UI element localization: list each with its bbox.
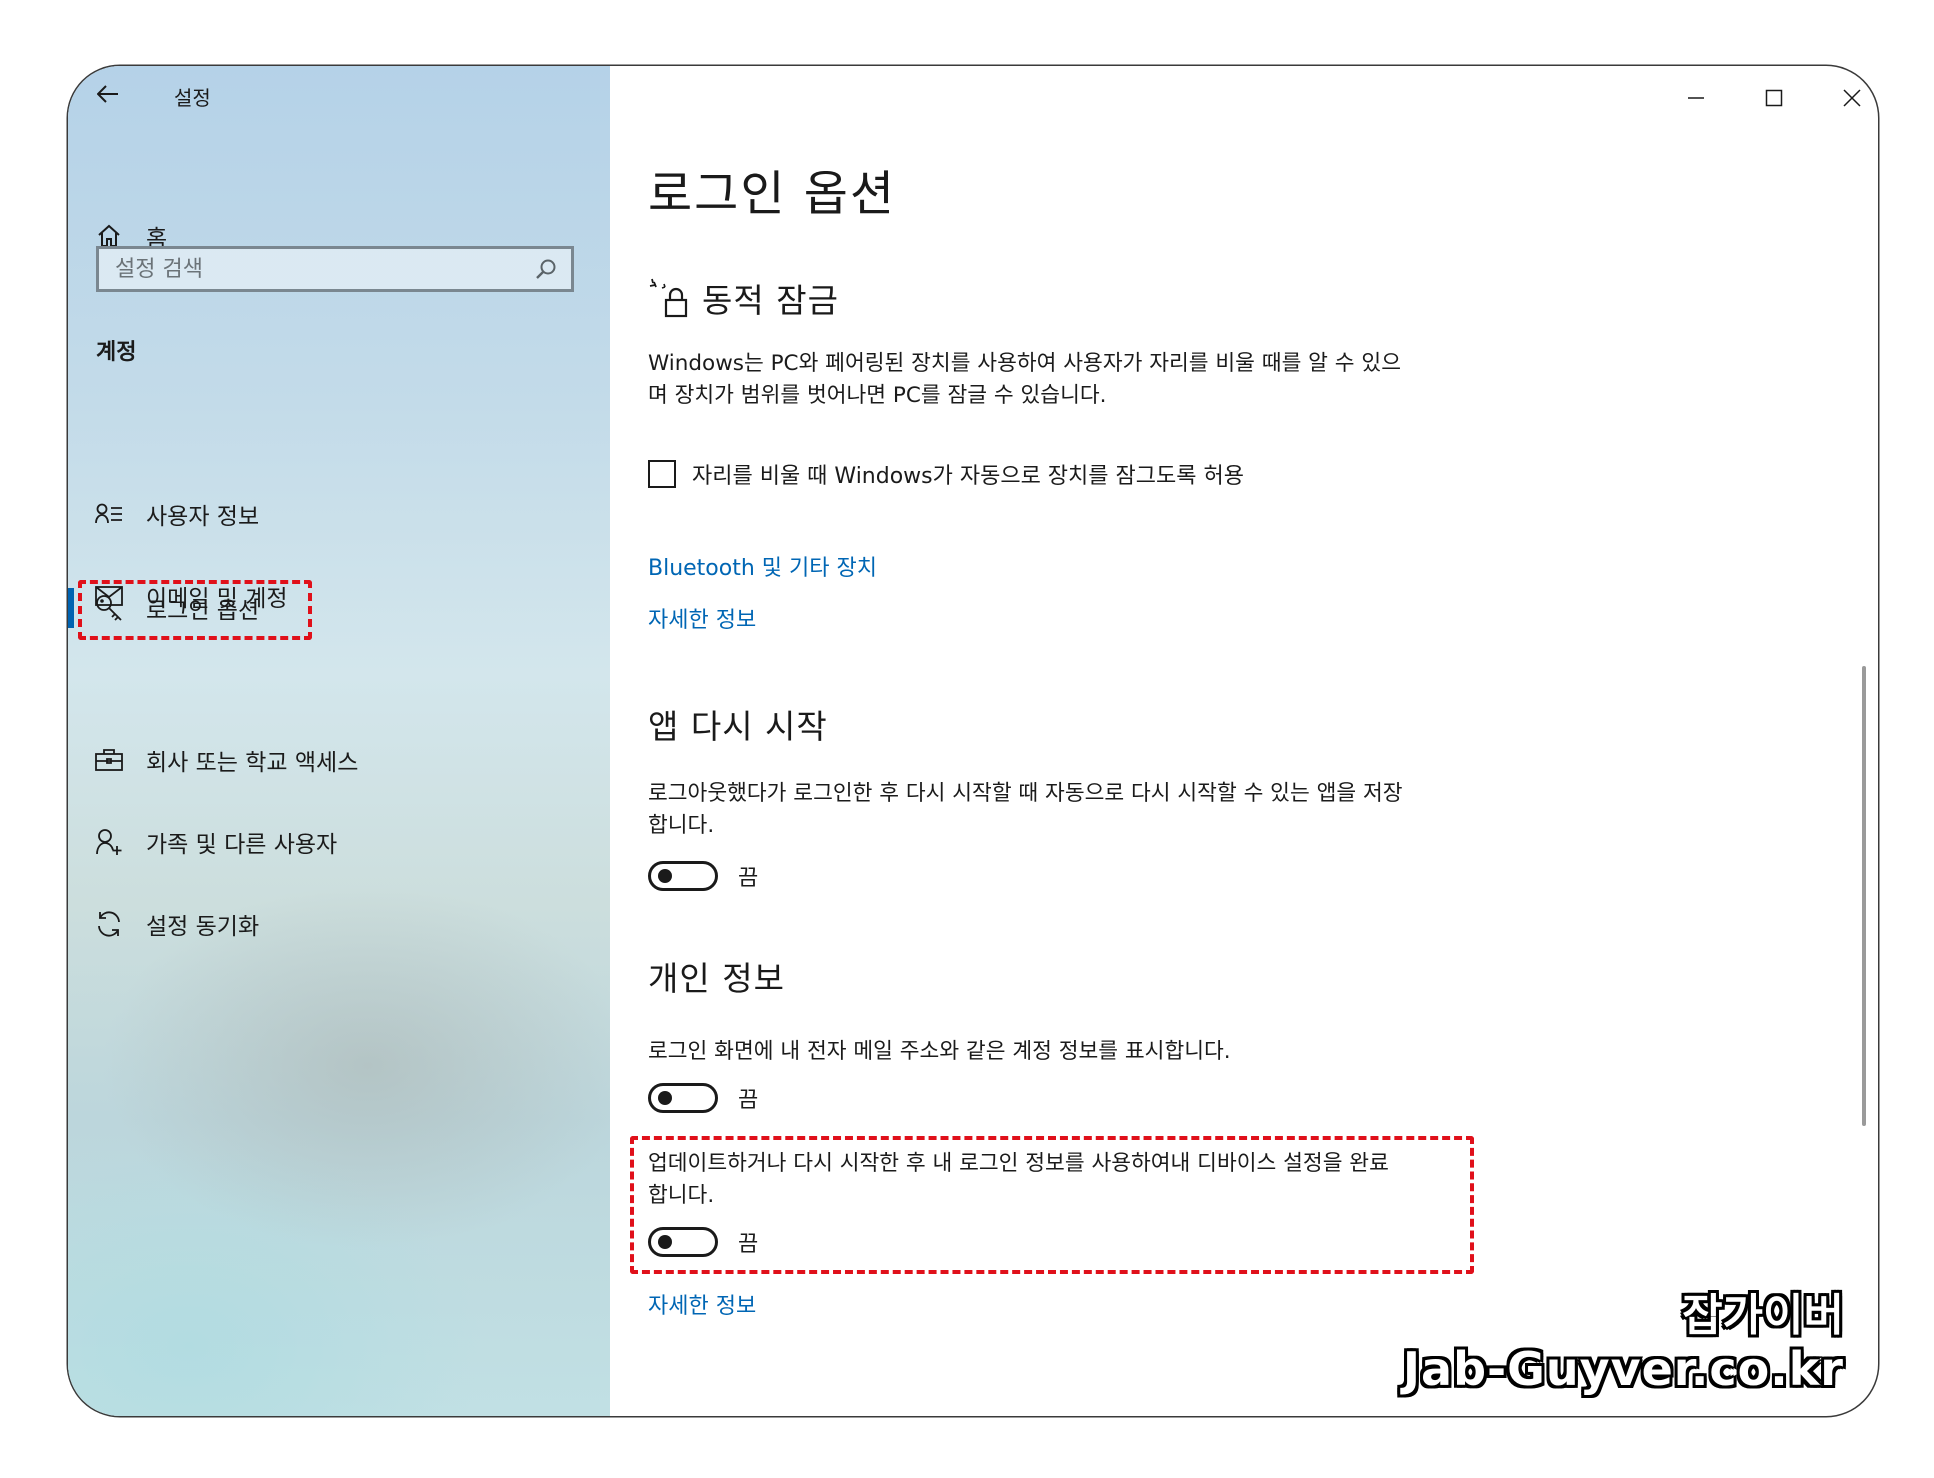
restart-apps-toggle[interactable] [648, 861, 718, 891]
search-icon [536, 259, 556, 279]
sidebar-item-label: 가족 및 다른 사용자 [146, 832, 338, 858]
show-account-toggle-row[interactable]: 끔 [648, 1082, 758, 1114]
active-indicator [68, 588, 74, 628]
sidebar-item-sync[interactable]: 설정 동기화 [94, 900, 259, 948]
settings-window: 설정 홈 계정 [68, 66, 1878, 1416]
dynamic-lock-heading: 동적 잠금 [648, 274, 839, 322]
close-icon [1843, 89, 1861, 107]
restart-apps-description: 로그아웃했다가 로그인한 후 다시 시작할 때 자동으로 다시 시작할 수 있는… [648, 781, 1403, 838]
toggle-state-label: 끔 [738, 1088, 759, 1113]
maximize-icon [1765, 89, 1783, 107]
back-button[interactable] [94, 80, 122, 108]
dynamic-lock-description: Windows는 PC와 페어링된 장치를 사용하여 사용자가 자리를 비울 때… [648, 351, 1401, 408]
briefcase-icon [94, 745, 124, 775]
highlight-box-finish-setup [630, 1136, 1474, 1274]
toggle-knob [658, 1091, 672, 1105]
back-arrow-icon [97, 85, 118, 103]
checkbox-label: 자리를 비울 때 Windows가 자동으로 장치를 잠그도록 허용 [692, 464, 1244, 489]
minimize-button[interactable] [1676, 78, 1716, 118]
privacy-learn-more-link[interactable]: 자세한 정보 [648, 1288, 756, 1320]
search-input[interactable] [113, 255, 535, 283]
app-title: 설정 [174, 86, 211, 110]
bluetooth-devices-link[interactable]: Bluetooth 및 기타 장치 [648, 550, 877, 582]
sync-icon [94, 909, 124, 939]
show-account-toggle[interactable] [648, 1083, 718, 1113]
highlight-box-signin [78, 580, 312, 640]
scrollbar[interactable] [1862, 666, 1866, 1126]
maximize-button[interactable] [1754, 78, 1794, 118]
toggle-state-label: 끔 [738, 866, 759, 891]
user-info-icon [94, 499, 124, 529]
sidebar-item-family[interactable]: 가족 및 다른 사용자 [94, 818, 337, 866]
restart-apps-heading: 앱 다시 시작 [648, 707, 828, 746]
watermark-site: Jab-Guyver.co.kr [1402, 1342, 1844, 1396]
watermark-korean: 잡가이버 [1682, 1290, 1844, 1341]
privacy-heading: 개인 정보 [648, 959, 785, 998]
sidebar: 설정 홈 계정 [68, 66, 610, 1416]
page-title: 로그인 옵션 [648, 166, 897, 222]
sidebar-item-work-school[interactable]: 회사 또는 학교 액세스 [94, 736, 358, 784]
sidebar-item-label: 회사 또는 학교 액세스 [146, 750, 359, 776]
learn-more-link[interactable]: 자세한 정보 [648, 602, 756, 634]
watermark: 잡가이버 Jab-Guyver.co.kr [1403, 1290, 1844, 1396]
dynamic-lock-icon [649, 278, 688, 318]
search-box[interactable] [96, 246, 574, 292]
section-heading-text: 동적 잠금 [702, 281, 839, 320]
dynamic-lock-checkbox[interactable] [648, 460, 676, 488]
dynamic-lock-checkbox-row[interactable]: 자리를 비울 때 Windows가 자동으로 장치를 잠그도록 허용 [648, 458, 1244, 490]
restart-apps-toggle-row[interactable]: 끔 [648, 860, 758, 892]
add-person-icon [94, 827, 124, 857]
toggle-knob [658, 869, 672, 883]
sidebar-item-label: 설정 동기화 [146, 914, 260, 940]
close-button[interactable] [1832, 78, 1872, 118]
sidebar-item-label: 사용자 정보 [146, 504, 260, 530]
show-account-description: 로그인 화면에 내 전자 메일 주소와 같은 계정 정보를 표시합니다. [648, 1039, 1231, 1064]
minimize-icon [1688, 97, 1704, 99]
section-label: 계정 [96, 340, 137, 365]
sidebar-item-user-info[interactable]: 사용자 정보 [94, 490, 259, 538]
